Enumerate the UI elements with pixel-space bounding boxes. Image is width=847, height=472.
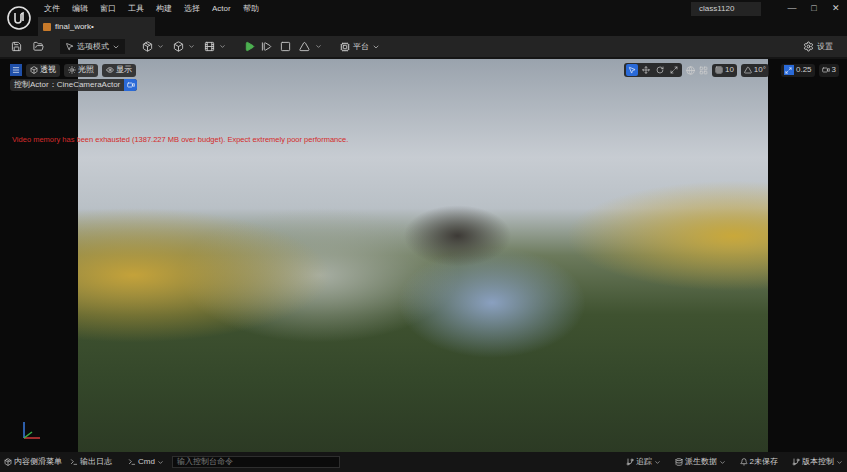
select-tool-icon[interactable] (626, 64, 638, 76)
window-control[interactable]: □ (803, 2, 825, 16)
menu-item[interactable]: 文件 (38, 0, 66, 17)
title-area: 文件编辑窗口工具构建选择Actor帮助 class1120 —□✕ final_wor… (0, 0, 847, 36)
rotate-tool-icon[interactable] (654, 64, 666, 76)
status-left-button[interactable]: 输出日志 (70, 456, 112, 468)
eject-icon[interactable] (296, 39, 312, 55)
window-control[interactable]: — (781, 2, 803, 16)
stop-icon[interactable] (277, 39, 293, 55)
level-icon (43, 23, 51, 31)
view-option-button[interactable]: 光照 (64, 64, 98, 77)
add-actor-icon[interactable] (139, 39, 155, 55)
rotate-snap[interactable]: 10° (741, 64, 769, 77)
move-tool-icon[interactable] (640, 64, 652, 76)
viewport-left-letterbox (0, 59, 78, 452)
window-control[interactable]: ✕ (825, 2, 847, 16)
main-toolbar: 选项模式 平台 设置 (0, 36, 847, 57)
eject-pilot-icon[interactable] (124, 79, 137, 91)
platform-dropdown[interactable]: 平台 (340, 41, 380, 53)
status-right-button[interactable]: 版本控制 (792, 456, 843, 468)
console-input[interactable]: 输入控制台命令 (172, 456, 340, 468)
menu-item[interactable]: Actor (206, 0, 237, 17)
transform-tools (624, 63, 682, 77)
camera-speed[interactable]: 3 (819, 64, 839, 77)
grid-snap[interactable]: 10 (712, 64, 737, 77)
settings-button[interactable]: 设置 (803, 41, 839, 53)
viewport[interactable]: 透视光照显示 10 10° 0.25 3 控制Actor：CineCameraActor V… (0, 59, 847, 452)
cmd-dropdown[interactable]: Cmd (128, 456, 164, 468)
play-icon[interactable] (244, 41, 255, 52)
viewport-toolbar: 透视光照显示 10 10° 0.25 3 (10, 63, 839, 77)
menu-item[interactable]: 窗口 (94, 0, 122, 17)
menu-item[interactable]: 帮助 (237, 0, 265, 17)
world-space-icon[interactable] (686, 66, 695, 75)
cinematics-icon[interactable] (201, 39, 217, 55)
logo-column (0, 0, 38, 36)
scale-tool-icon[interactable] (668, 64, 680, 76)
view-option-button[interactable]: 显示 (102, 64, 136, 77)
status-right-button[interactable]: 派生数据 (675, 456, 726, 468)
unreal-logo-icon[interactable] (7, 6, 31, 30)
title-column: 文件编辑窗口工具构建选择Actor帮助 class1120 —□✕ final_wor… (38, 0, 847, 36)
scene-render (78, 59, 768, 452)
blueprint-icon[interactable] (170, 39, 186, 55)
surface-snap-icon[interactable] (699, 66, 708, 75)
viewport-menu-icon[interactable] (10, 64, 22, 76)
memory-warning: Video memory has been exhausted (1387.22… (12, 135, 348, 145)
project-name: class1120 (691, 2, 761, 16)
step-icon[interactable] (258, 39, 274, 55)
tab-bar: final_work• (38, 17, 847, 36)
menu-item[interactable]: 选择 (178, 0, 206, 17)
content-browser-icon[interactable] (30, 39, 46, 55)
menu-item[interactable]: 构建 (150, 0, 178, 17)
status-right-button[interactable]: 2未保存 (740, 456, 778, 468)
menu-item[interactable]: 工具 (122, 0, 150, 17)
axis-gizmo-icon (18, 418, 44, 444)
unreal-editor: 文件编辑窗口工具构建选择Actor帮助 class1120 —□✕ final_wor… (0, 0, 847, 472)
save-icon[interactable] (8, 39, 24, 55)
viewport-right-letterbox (768, 59, 847, 452)
document-tab[interactable]: final_work• (38, 17, 155, 36)
play-controls (244, 39, 322, 55)
pilot-actor-badge[interactable]: 控制Actor：CineCameraActor (10, 79, 137, 91)
menu-item[interactable]: 编辑 (66, 0, 94, 17)
status-right-button[interactable]: 追踪 (626, 456, 661, 468)
status-left-button[interactable]: 内容侧滑菜单 (4, 456, 62, 468)
mode-dropdown[interactable]: 选项模式 (60, 39, 125, 54)
view-option-button[interactable]: 透视 (26, 64, 60, 77)
status-bar: 内容侧滑菜单输出日志 Cmd 输入控制台命令 追踪 派生数据 2未保存 版本控制 (0, 452, 847, 472)
scale-snap[interactable]: 0.25 (781, 64, 815, 77)
menu-bar: 文件编辑窗口工具构建选择Actor帮助 class1120 —□✕ (38, 0, 847, 17)
